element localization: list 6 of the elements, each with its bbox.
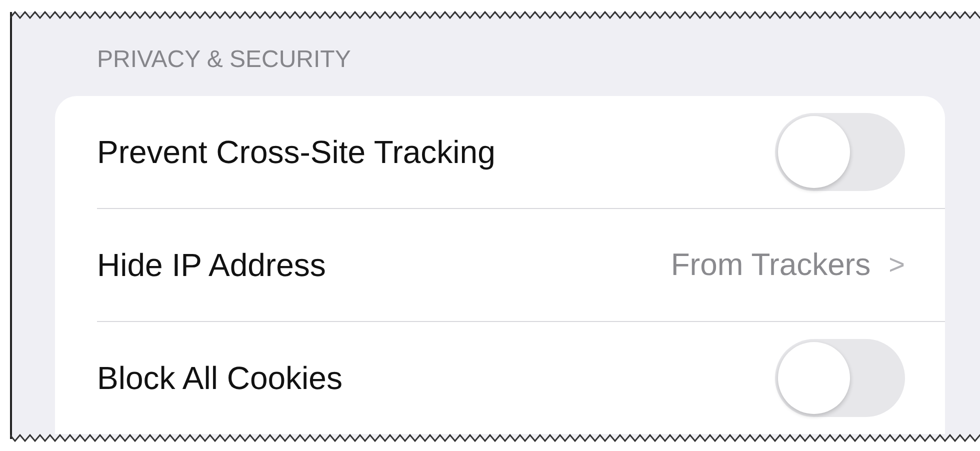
- chevron-icon[interactable]: >: [888, 249, 905, 281]
- row-label: Hide IP Address: [97, 246, 327, 284]
- row-label: Prevent Cross-Site Tracking: [97, 134, 496, 170]
- section-header: PRIVACY & SECURITY: [97, 46, 352, 75]
- row-label: Block All Cookies: [97, 360, 344, 396]
- row-value[interactable]: From Trackers: [670, 247, 871, 283]
